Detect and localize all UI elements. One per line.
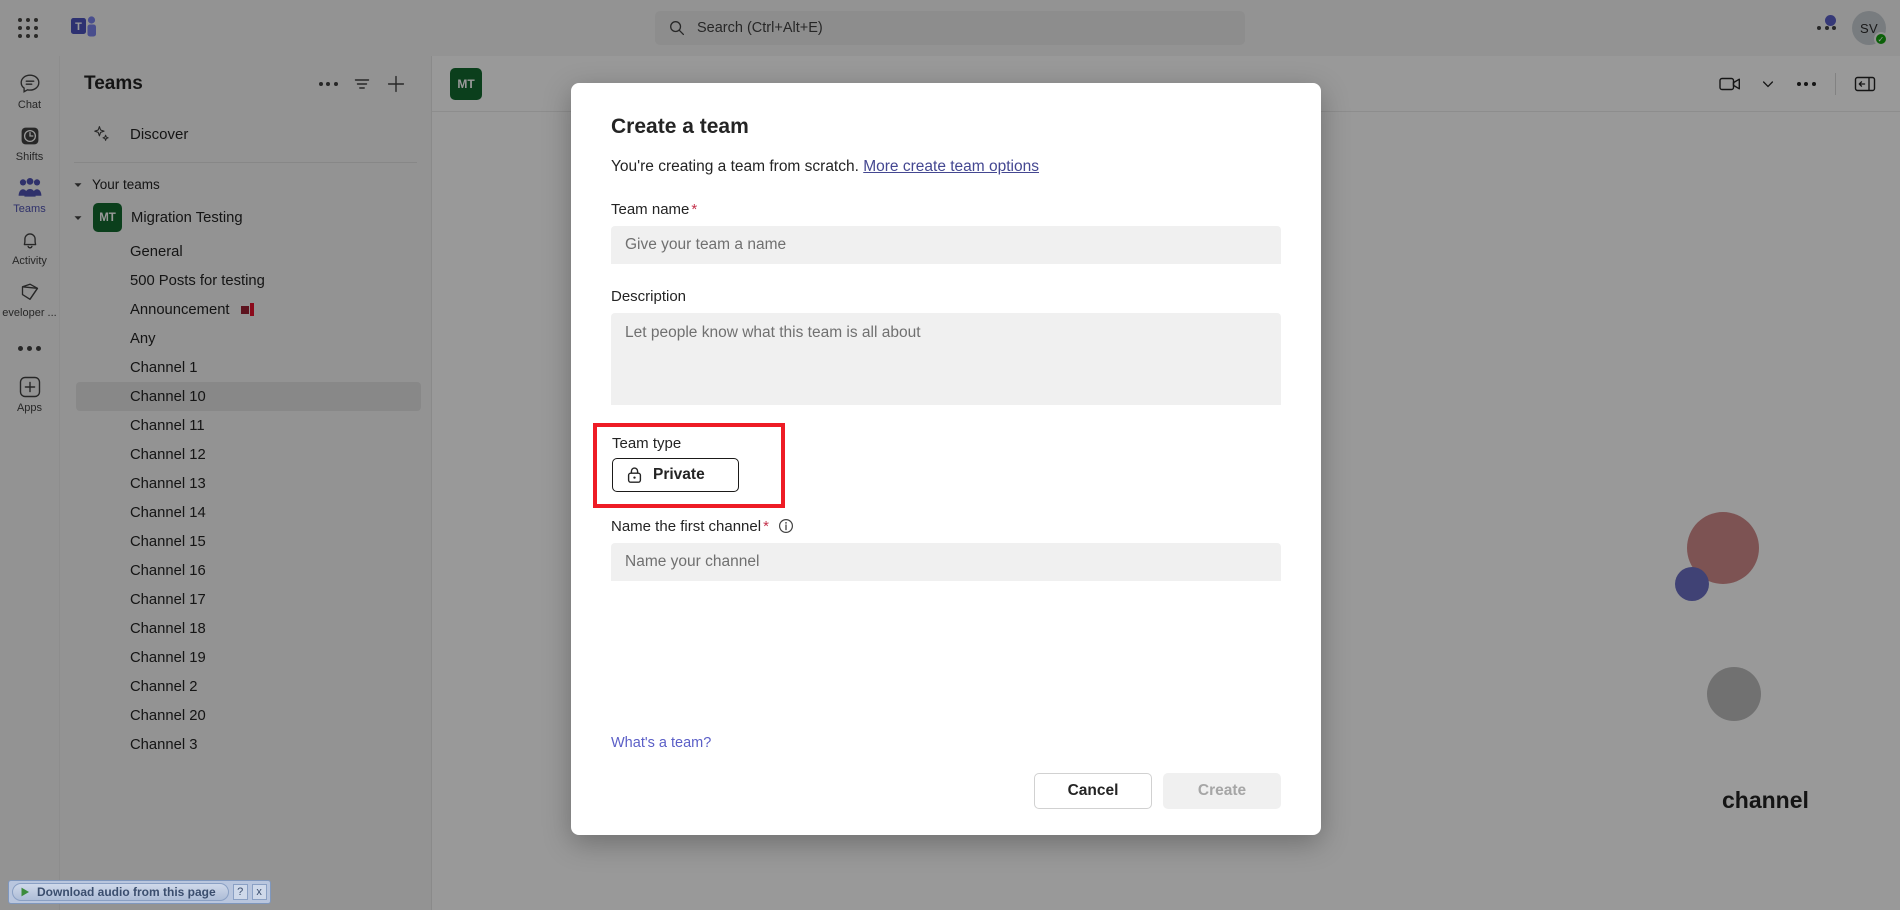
required-asterisk: *: [763, 518, 769, 535]
create-button: Create: [1163, 773, 1281, 809]
info-icon[interactable]: [778, 518, 794, 534]
app-root: T Search (Ctrl+Alt+E) SV: [0, 0, 1900, 910]
dialog-subtitle: You're creating a team from scratch. Mor…: [611, 157, 1281, 177]
dialog-subtitle-text: You're creating a team from scratch.: [611, 158, 859, 175]
team-name-input[interactable]: [611, 226, 1281, 264]
dialog-footer: Cancel Create: [611, 773, 1281, 809]
required-asterisk: *: [691, 201, 697, 218]
first-channel-label-text: Name the first channel: [611, 518, 761, 535]
team-type-highlight-box: Team type Private: [593, 423, 785, 508]
team-type-label: Team type: [612, 435, 781, 452]
dialog-title: Create a team: [611, 115, 1281, 139]
download-audio-widget: Download audio from this page ? x: [8, 880, 271, 904]
close-icon[interactable]: x: [252, 884, 267, 900]
play-icon: [19, 886, 31, 898]
create-team-dialog: Create a team You're creating a team fro…: [571, 83, 1321, 835]
team-name-label-text: Team name: [611, 201, 689, 218]
description-label: Description: [611, 288, 1281, 305]
help-button[interactable]: ?: [233, 884, 248, 900]
team-type-value: Private: [653, 466, 705, 484]
more-create-team-options-link[interactable]: More create team options: [863, 158, 1039, 175]
download-audio-label: Download audio from this page: [37, 885, 216, 899]
team-name-label: Team name*: [611, 201, 1281, 218]
cancel-button[interactable]: Cancel: [1034, 773, 1152, 809]
whats-a-team-link[interactable]: What's a team?: [611, 735, 711, 751]
first-channel-label: Name the first channel*: [611, 518, 1281, 535]
download-audio-button[interactable]: Download audio from this page: [12, 883, 229, 901]
team-type-button[interactable]: Private: [612, 458, 739, 492]
first-channel-input[interactable]: [611, 543, 1281, 581]
lock-icon: [626, 466, 643, 484]
description-textarea[interactable]: [611, 313, 1281, 405]
